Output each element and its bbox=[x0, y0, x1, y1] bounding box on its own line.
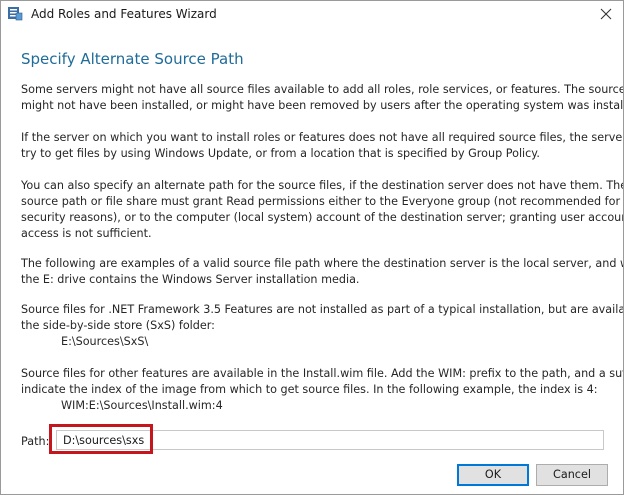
title-bar: Add Roles and Features Wizard bbox=[1, 1, 623, 27]
cancel-button[interactable]: Cancel bbox=[536, 464, 608, 486]
paragraph-line: might not have been installed, or might … bbox=[21, 99, 624, 112]
window-title: Add Roles and Features Wizard bbox=[31, 7, 217, 21]
path-input[interactable] bbox=[56, 430, 604, 450]
paragraph-windows-update: If the server on which you want to insta… bbox=[21, 130, 624, 162]
paragraph-wim: Source files for other features are avai… bbox=[21, 366, 624, 414]
paragraph-permissions: You can also specify an alternate path f… bbox=[21, 178, 624, 242]
paragraph-line: You can also specify an alternate path f… bbox=[21, 179, 624, 192]
paragraph-line: access is not sufficient. bbox=[21, 227, 152, 240]
paragraph-line: The following are examples of a valid so… bbox=[21, 257, 624, 270]
close-button[interactable] bbox=[589, 1, 623, 27]
paragraph-line: try to get files by using Windows Update… bbox=[21, 147, 540, 160]
ok-button[interactable]: OK bbox=[457, 464, 529, 486]
page-title: Specify Alternate Source Path bbox=[21, 50, 244, 68]
path-label: Path: bbox=[21, 435, 50, 448]
paragraph-line: Source files for other features are avai… bbox=[21, 367, 624, 380]
paragraph-line: If the server on which you want to insta… bbox=[21, 131, 624, 144]
paragraph-line: security reasons), or to the computer (l… bbox=[21, 211, 624, 224]
paragraph-line: the E: drive contains the Windows Server… bbox=[21, 273, 360, 286]
close-icon bbox=[600, 5, 612, 24]
server-manager-icon bbox=[7, 5, 23, 21]
paragraph-examples: The following are examples of a valid so… bbox=[21, 256, 624, 288]
paragraph-intro: Some servers might not have all source f… bbox=[21, 82, 624, 114]
paragraph-line: source path or file share must grant Rea… bbox=[21, 195, 621, 208]
wizard-window: Add Roles and Features Wizard Specify Al… bbox=[0, 0, 624, 495]
example-path-wim: WIM:E:\Sources\Install.wim:4 bbox=[61, 399, 223, 412]
paragraph-netfx: Source files for .NET Framework 3.5 Feat… bbox=[21, 302, 624, 350]
example-path-sxs: E:\Sources\SxS\ bbox=[61, 335, 149, 348]
paragraph-line: Some servers might not have all source f… bbox=[21, 83, 624, 96]
paragraph-line: Source files for .NET Framework 3.5 Feat… bbox=[21, 303, 624, 316]
paragraph-line: indicate the index of the image from whi… bbox=[21, 383, 598, 396]
paragraph-line: the side-by-side store (SxS) folder: bbox=[21, 319, 215, 332]
